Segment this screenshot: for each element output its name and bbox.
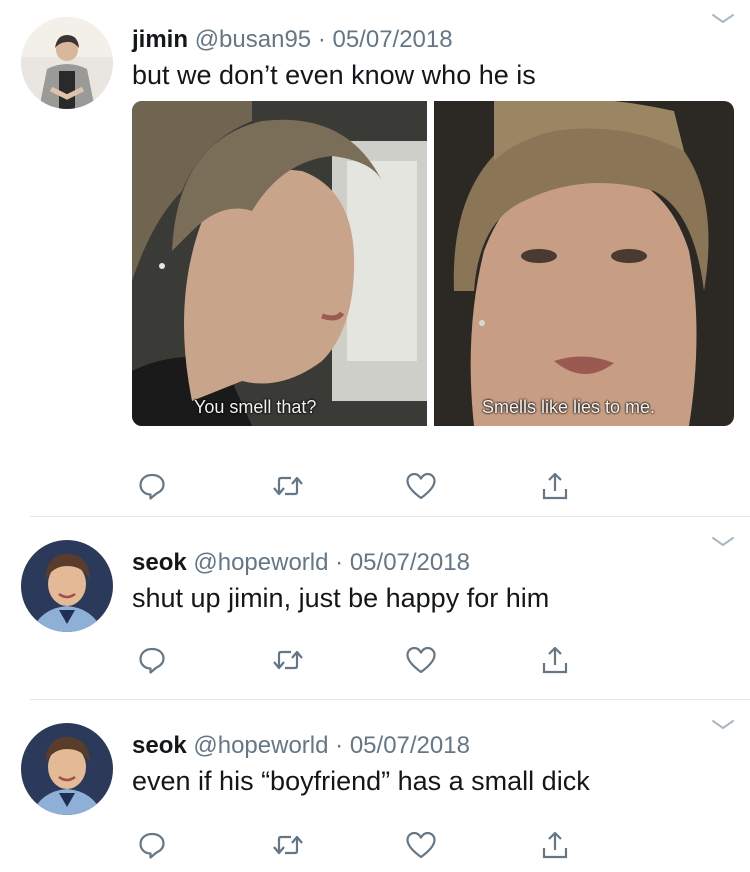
separator: · bbox=[335, 732, 344, 759]
retweet-icon bbox=[273, 650, 303, 670]
tweet-actions bbox=[132, 640, 592, 680]
display-name[interactable]: seok bbox=[132, 732, 187, 759]
like-button[interactable] bbox=[401, 640, 441, 680]
retweet-icon bbox=[273, 476, 303, 496]
share-button[interactable] bbox=[535, 466, 575, 506]
chevron-down-icon[interactable] bbox=[710, 718, 736, 732]
tweet-text: shut up jimin, just be happy for him bbox=[132, 583, 550, 613]
media-left-panel: You smell that? bbox=[132, 101, 427, 426]
reply-button[interactable] bbox=[132, 825, 172, 865]
tweet-header: seok @hopeworld · 05/07/2018 bbox=[132, 732, 470, 760]
heart-icon bbox=[406, 646, 436, 674]
like-button[interactable] bbox=[401, 825, 441, 865]
media-left-caption: You smell that? bbox=[194, 397, 317, 417]
display-name[interactable]: seok bbox=[132, 549, 187, 576]
tweet-actions bbox=[132, 825, 592, 865]
separator: · bbox=[335, 549, 344, 576]
tweet-media[interactable]: You smell that? Smells like lies to me. bbox=[132, 101, 734, 426]
retweet-button[interactable] bbox=[268, 466, 308, 506]
display-name[interactable]: jimin bbox=[132, 26, 188, 53]
share-icon bbox=[542, 646, 568, 674]
separator: · bbox=[317, 26, 326, 53]
like-button[interactable] bbox=[401, 466, 441, 506]
reply-button[interactable] bbox=[132, 640, 172, 680]
share-icon bbox=[542, 472, 568, 500]
username[interactable]: @busan95 bbox=[195, 26, 311, 53]
retweet-icon bbox=[273, 835, 303, 855]
retweet-button[interactable] bbox=[268, 640, 308, 680]
username[interactable]: @hopeworld bbox=[193, 732, 328, 759]
timestamp[interactable]: 05/07/2018 bbox=[350, 549, 470, 576]
reply-icon bbox=[139, 647, 165, 674]
tweet-text: even if his “boyfriend” has a small dick bbox=[132, 766, 590, 796]
avatar[interactable] bbox=[21, 540, 113, 632]
tweet-header: seok @hopeworld · 05/07/2018 bbox=[132, 549, 470, 577]
username[interactable]: @hopeworld bbox=[193, 549, 328, 576]
reply-icon bbox=[139, 832, 165, 859]
retweet-button[interactable] bbox=[268, 825, 308, 865]
avatar[interactable] bbox=[21, 723, 113, 815]
media-right-caption: Smells like lies to me. bbox=[482, 397, 656, 417]
chevron-down-icon[interactable] bbox=[710, 12, 736, 26]
timestamp[interactable]: 05/07/2018 bbox=[350, 732, 470, 759]
heart-icon bbox=[406, 472, 436, 500]
avatar[interactable] bbox=[21, 17, 113, 109]
tweet-text: but we don’t even know who he is bbox=[132, 60, 536, 90]
timestamp[interactable]: 05/07/2018 bbox=[332, 26, 452, 53]
tweet-1[interactable]: jimin @busan95 · 05/07/2018 but we don’t… bbox=[0, 0, 750, 517]
tweet-header: jimin @busan95 · 05/07/2018 bbox=[132, 26, 453, 54]
tweet-3[interactable]: seok @hopeworld · 05/07/2018 even if his… bbox=[0, 700, 750, 872]
reply-button[interactable] bbox=[132, 466, 172, 506]
reply-icon bbox=[139, 473, 165, 500]
tweet-actions bbox=[132, 466, 592, 506]
tweet-2[interactable]: seok @hopeworld · 05/07/2018 shut up jim… bbox=[0, 517, 750, 700]
heart-icon bbox=[406, 831, 436, 859]
share-icon bbox=[542, 831, 568, 859]
share-button[interactable] bbox=[535, 825, 575, 865]
chevron-down-icon[interactable] bbox=[710, 535, 736, 549]
share-button[interactable] bbox=[535, 640, 575, 680]
media-right-panel: Smells like lies to me. bbox=[434, 101, 734, 426]
